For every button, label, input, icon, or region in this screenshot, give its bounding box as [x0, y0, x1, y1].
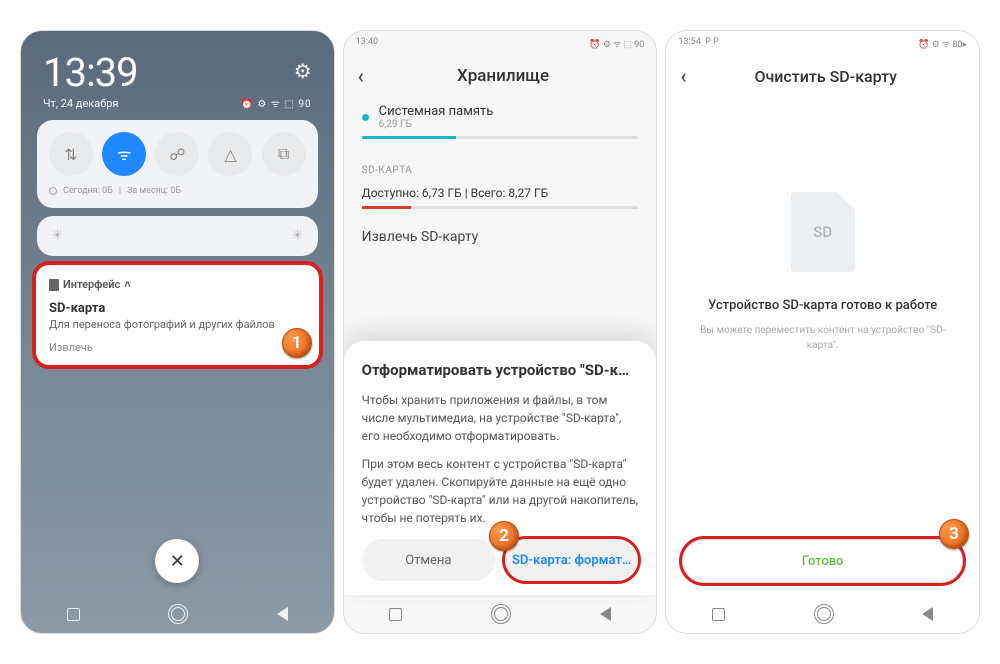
- cancel-button[interactable]: Отмена: [362, 539, 495, 581]
- nav-back-icon[interactable]: [277, 607, 288, 621]
- system-storage-dot-icon: [362, 114, 369, 121]
- sd-section-header: SD-КАРТА: [344, 147, 657, 186]
- clear-notifications-button[interactable]: ✕: [155, 539, 199, 583]
- status-icons: ⏰ ⚙ ᯤ 80▸: [918, 37, 967, 50]
- notif-title: SD-карта: [49, 301, 306, 316]
- brightness-low-icon: ☀: [51, 228, 64, 244]
- notif-body: Для переноса фотографий и других файлов: [49, 318, 306, 331]
- format-button[interactable]: SD-карта: формат… 2: [505, 539, 638, 581]
- nav-home-icon[interactable]: [817, 607, 831, 621]
- sd-eject-row[interactable]: Извлечь SD-карту: [344, 209, 657, 253]
- status-time: 13:54: [678, 37, 700, 47]
- android-navbar: [666, 595, 979, 633]
- quick-settings-panel: ⇅ ᯤ ☍ △ ⧉ Сегодня: 0Б | За месяц: 0Б: [37, 120, 318, 208]
- android-navbar: [344, 595, 657, 633]
- sd-available-text: Доступно: 6,73 ГБ | Всего: 8,27 ГБ: [344, 186, 657, 200]
- hint-message: Вы можете переместить контент на устройс…: [666, 323, 979, 353]
- status-extra: P P: [705, 37, 719, 47]
- step-badge-2: 2: [489, 521, 519, 551]
- data-today: Сегодня: 0Б: [63, 186, 113, 196]
- notif-app-name: Интерфейс: [63, 278, 120, 291]
- step-badge-3: 3: [939, 519, 969, 549]
- sd-illustration-label: SD: [813, 223, 832, 241]
- mobile-data-toggle[interactable]: ⇅: [49, 132, 93, 176]
- sheet-paragraph-1: Чтобы хранить приложения и файлы, в том …: [362, 391, 639, 445]
- system-storage-label: Системная память: [379, 104, 494, 119]
- screenshot-toggle[interactable]: ⧉: [262, 132, 306, 176]
- done-button[interactable]: Готово: [682, 539, 963, 583]
- settings-icon[interactable]: ⚙: [294, 49, 312, 83]
- nav-recents-icon[interactable]: [712, 608, 725, 621]
- clock-time: 13:39: [43, 49, 138, 96]
- format-bottom-sheet: Отформатировать устройство "SD-к… Чтобы …: [344, 341, 657, 595]
- brightness-high-icon: ☀: [291, 228, 304, 244]
- nav-recents-icon[interactable]: [389, 608, 402, 621]
- dnd-toggle[interactable]: △: [208, 132, 252, 176]
- sd-card-notification[interactable]: Интерфейс ˄ SD-карта Для переноса фотогр…: [35, 264, 320, 366]
- sheet-title: Отформатировать устройство "SD-к…: [362, 361, 639, 379]
- sd-card-illustration-icon: SD: [791, 192, 855, 272]
- status-time: 13:40: [356, 37, 378, 50]
- screen-lockscreen: 13:39 ⚙ Чт, 24 декабря ⏰ ⚙ ᯤ ⬚ 90 ⇅ ᯤ ☍ …: [20, 30, 335, 634]
- app-icon: [49, 279, 59, 291]
- nav-home-icon[interactable]: [171, 607, 185, 621]
- data-usage-icon: [49, 187, 57, 195]
- step-badge-1: 1: [282, 328, 312, 358]
- status-icons: ⏰ ⚙ ᯤ ⬚ 90: [241, 96, 312, 110]
- brightness-slider[interactable]: ☀ ☀: [37, 216, 318, 256]
- nav-back-icon[interactable]: [922, 607, 933, 621]
- date-label: Чт, 24 декабря: [43, 97, 118, 110]
- notif-eject-action[interactable]: Извлечь: [49, 341, 306, 354]
- nav-recents-icon[interactable]: [67, 608, 80, 621]
- status-icons: ⏰ ⚙ ᯤ ⬚ 90: [589, 37, 644, 50]
- screen-storage-settings: 13:40 ⏰ ⚙ ᯤ ⬚ 90 ‹ Хранилище Системная п…: [343, 30, 658, 634]
- android-navbar: [21, 595, 334, 633]
- system-storage-bar: [362, 136, 639, 139]
- format-button-label: SD-карта: формат…: [512, 553, 631, 568]
- wifi-toggle[interactable]: ᯤ: [102, 132, 146, 176]
- page-title: Очистить SD-карту: [686, 67, 965, 86]
- page-title: Хранилище: [364, 66, 643, 86]
- nav-home-icon[interactable]: [494, 607, 508, 621]
- data-month: За месяц: 0Б: [127, 186, 181, 196]
- sheet-paragraph-2: При этом весь контент с устройства "SD-к…: [362, 455, 639, 527]
- ready-message: Устройство SD-карта готово к работе: [666, 298, 979, 313]
- chevron-up-icon: ˄: [124, 278, 130, 291]
- screen-format-done: 13:54 P P ⏰ ⚙ ᯤ 80▸ ‹ Очистить SD-карту …: [665, 30, 980, 634]
- flashlight-toggle[interactable]: ☍: [155, 132, 199, 176]
- system-storage-size: 6,29 ГБ: [379, 119, 494, 130]
- nav-back-icon[interactable]: [600, 607, 611, 621]
